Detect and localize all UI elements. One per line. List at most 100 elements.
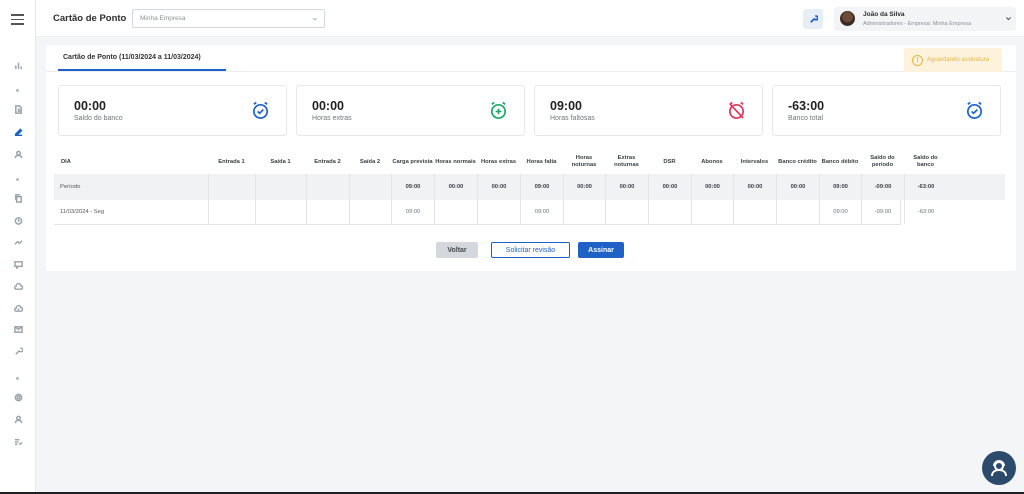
- support-button[interactable]: [982, 451, 1016, 485]
- table-cell: [349, 200, 391, 224]
- summary-card-saldo-banco: 00:00 Saldo do banco: [58, 85, 287, 136]
- dashboard-icon[interactable]: [0, 58, 36, 72]
- table-cell: [605, 200, 648, 224]
- table-cell: -63:00: [904, 174, 947, 200]
- cloud-upload-icon[interactable]: [0, 301, 36, 315]
- table-cell: [255, 174, 306, 200]
- table-cell: [434, 200, 477, 224]
- document-icon[interactable]: [0, 102, 36, 116]
- gear-icon[interactable]: [0, 390, 36, 404]
- tools-button[interactable]: [803, 9, 823, 29]
- table-cell: [563, 200, 605, 224]
- table-cell: [733, 200, 776, 224]
- table-cell: 00:00: [605, 174, 648, 200]
- table-cell: 09:00: [520, 174, 563, 200]
- request-review-button[interactable]: Solicitar revisão: [491, 242, 570, 258]
- table-cell: -63:00: [904, 200, 947, 224]
- alarm-check-icon: [966, 101, 983, 119]
- copy-icon[interactable]: [0, 191, 36, 205]
- user-menu[interactable]: João da Silva Administradores - Empresa:…: [834, 7, 1016, 31]
- alarm-off-icon: [728, 101, 745, 119]
- table-cell: 09:00: [391, 174, 434, 200]
- trend-icon[interactable]: [0, 235, 36, 249]
- company-select-value: Minha Empresa: [140, 15, 186, 22]
- back-button[interactable]: Voltar: [436, 242, 478, 258]
- table-cell: -09:00: [861, 200, 904, 224]
- top-header: Cartão de Ponto Minha Empresa João da Si…: [36, 0, 1024, 37]
- column-header: Saldo do período: [870, 155, 895, 168]
- table-cell: 09:00: [391, 200, 434, 224]
- alarm-check-icon: [252, 101, 269, 119]
- chevron-down-icon: [1006, 17, 1011, 21]
- column-header: Horas normais: [435, 158, 476, 165]
- table-cell: [306, 200, 349, 224]
- table-cell: [208, 174, 255, 200]
- column-header: Entrada 2: [314, 158, 341, 165]
- table-row-periodo: Período 09:00 00:00 00:00 09:00 00:00 00:00 00:…: [54, 174, 1005, 200]
- table-cell: 00:00: [477, 174, 520, 200]
- table-cell: 00:00: [733, 174, 776, 200]
- table-cell: [208, 200, 255, 224]
- chat-icon[interactable]: [0, 257, 36, 271]
- column-header: DSR: [663, 158, 676, 165]
- alarm-plus-icon: [490, 101, 507, 119]
- support-agent-icon: [991, 460, 1007, 477]
- table-cell: 00:00: [648, 174, 691, 200]
- summary-label: Banco total: [788, 115, 824, 122]
- column-header: Horas falta: [526, 158, 557, 165]
- avatar: [840, 11, 855, 26]
- table-cell: [648, 200, 691, 224]
- user-name: João da Silva: [863, 11, 905, 18]
- list-check-icon[interactable]: [0, 434, 36, 448]
- company-select[interactable]: Minha Empresa: [132, 9, 325, 28]
- cloud-icon[interactable]: [0, 279, 36, 293]
- column-header: Banco débito: [821, 158, 859, 165]
- column-header: Horas extras: [480, 158, 517, 165]
- table-cell: -09:00: [861, 174, 904, 200]
- column-header: Carga prevista: [392, 158, 433, 165]
- summary-value: 00:00: [74, 99, 106, 113]
- table-cell: [306, 174, 349, 200]
- wrench-icon: [809, 14, 818, 23]
- status-badge: ! Aguardando assinatura: [904, 48, 1002, 72]
- page-title: Cartão de Ponto: [53, 13, 127, 24]
- table-cell: [477, 200, 520, 224]
- wrench-icon[interactable]: [0, 344, 36, 358]
- sign-button[interactable]: Assinar: [578, 242, 624, 258]
- menu-icon[interactable]: [11, 14, 24, 28]
- user-settings-icon[interactable]: [0, 412, 36, 426]
- pen-icon[interactable]: [0, 124, 36, 138]
- table-cell: [776, 200, 819, 224]
- mail-icon[interactable]: [0, 322, 36, 336]
- sidebar-separator: [16, 89, 19, 92]
- sidebar-separator: [16, 377, 19, 380]
- table-cell: [255, 200, 306, 224]
- clock-icon[interactable]: [0, 213, 36, 227]
- table-cell: 00:00: [776, 174, 819, 200]
- table-row[interactable]: 11/03/2024 - Seg 09:00 09:00 09:00 -09:00 -63…: [54, 200, 934, 225]
- summary-label: Saldo do banco: [74, 115, 123, 122]
- column-header: Horas noturnas: [571, 155, 597, 168]
- chevron-down-icon: [312, 17, 318, 21]
- summary-card-horas-faltosas: 09:00 Horas faltosas: [534, 85, 763, 136]
- status-label: Aguardando assinatura: [927, 57, 990, 63]
- tab-timesheet[interactable]: Cartão de Ponto (11/03/2024 a 11/03/2024…: [63, 54, 201, 61]
- column-header: Extras noturnas: [614, 155, 639, 168]
- sidebar-separator: [16, 178, 19, 181]
- column-header: Banco crédito: [778, 158, 817, 165]
- divider: [46, 71, 1016, 72]
- column-header: Saída 2: [359, 158, 381, 165]
- table-cell: 09:00: [520, 200, 563, 224]
- table-cell: 09:00: [819, 174, 861, 200]
- column-header: DIA: [61, 158, 71, 165]
- table-cell: 00:00: [691, 174, 733, 200]
- column-header: Intervalos: [740, 158, 769, 165]
- summary-label: Horas faltosas: [550, 115, 595, 122]
- sidebar: [0, 0, 36, 494]
- info-icon: !: [912, 54, 923, 66]
- user-icon[interactable]: [0, 147, 36, 161]
- column-header: Entrada 1: [218, 158, 245, 165]
- row-label: 11/03/2024 - Seg: [60, 209, 105, 215]
- row-label: Período: [60, 184, 81, 190]
- summary-value: 00:00: [312, 99, 344, 113]
